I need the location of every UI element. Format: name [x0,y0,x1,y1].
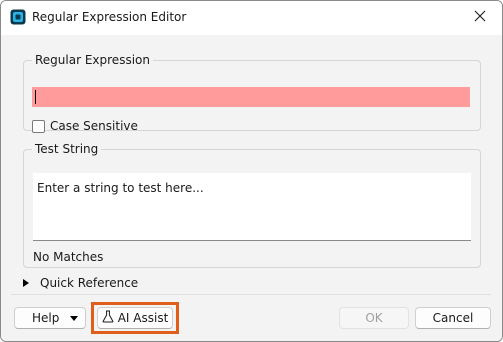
regular-expression-legend: Regular Expression [35,53,150,67]
ai-assist-button[interactable]: AI Assist [97,307,173,329]
test-string-legend: Test String [35,142,99,156]
case-sensitive-row[interactable]: Case Sensitive [32,119,138,133]
flask-icon [102,310,118,326]
divider [11,294,491,295]
title-bar[interactable]: Regular Expression Editor [1,1,502,35]
test-string-input[interactable]: Enter a string to test here... [33,173,471,241]
ok-label: OK [365,311,383,325]
case-sensitive-label: Case Sensitive [50,119,138,133]
regex-input[interactable] [32,87,470,107]
case-sensitive-checkbox[interactable] [32,119,45,133]
test-string-placeholder: Enter a string to test here... [37,181,204,195]
test-string-group: Test String Enter a string to test here.… [23,142,481,268]
regular-expression-group: Regular Expression Case Sensitive [23,53,481,133]
close-icon [474,10,486,25]
dialog-content: Regular Expression Case Sensitive Test S… [1,35,502,341]
quick-reference-label: Quick Reference [40,276,139,290]
match-status: No Matches [33,250,104,264]
regex-app-icon [10,9,26,25]
cancel-button[interactable]: Cancel [415,307,491,329]
window-title: Regular Expression Editor [32,10,187,24]
help-label: Help [32,311,60,325]
close-button[interactable] [458,1,502,33]
ai-assist-label: AI Assist [117,311,169,325]
help-button[interactable]: Help [14,307,86,329]
ok-button[interactable]: OK [339,307,409,329]
regex-editor-window: Regular Expression Editor Regular Expres… [0,0,503,342]
text-caret [35,90,36,104]
quick-reference-expander[interactable]: Quick Reference [23,276,138,290]
triangle-right-icon [23,279,29,287]
chevron-down-icon[interactable] [70,316,78,321]
cancel-label: Cancel [432,311,474,325]
